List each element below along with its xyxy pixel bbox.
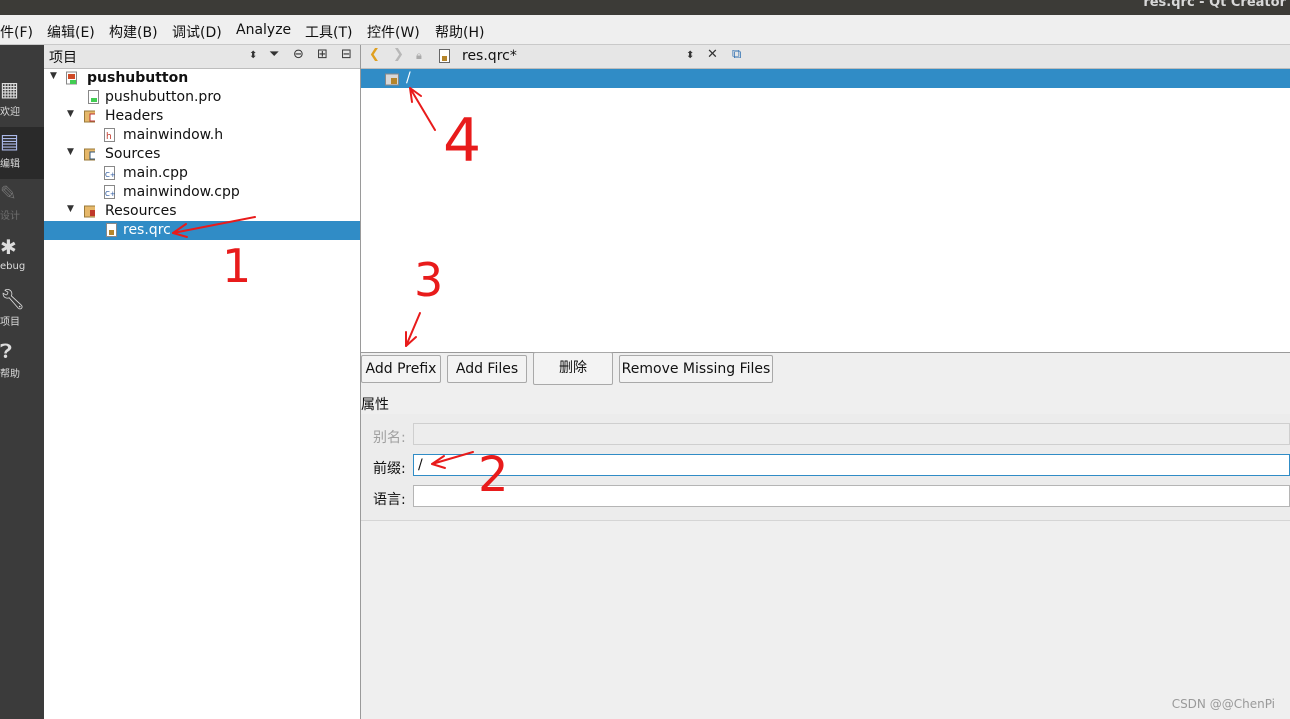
menu-help[interactable]: 帮助(H)	[435, 22, 484, 42]
folder-headers-icon	[84, 110, 95, 123]
tree-item-mainwindow-cpp[interactable]: C+ mainwindow.cpp	[44, 183, 360, 202]
mode-label: 项目	[0, 317, 20, 328]
help-icon: ❓︎	[0, 339, 13, 363]
menu-analyze[interactable]: Analyze	[236, 22, 291, 38]
svg-text:C+: C+	[105, 171, 115, 179]
tree-item-pro-file[interactable]: pushubutton.pro	[44, 88, 360, 107]
window-titlebar: res.qrc - Qt Creator	[0, 0, 1290, 15]
tree-item-sources[interactable]: ▼ Sources	[44, 145, 360, 164]
tree-item-label: main.cpp	[123, 165, 188, 181]
language-label: 语言:	[373, 492, 406, 508]
cpp-file-icon: C+	[104, 185, 115, 199]
alias-label: 别名:	[373, 430, 406, 446]
lock-icon: 🔒︎	[416, 49, 422, 62]
mode-bar: ▦ 欢迎 ▤ 编辑 ✎ 设计 ✱ ebug 🔧︎ 项目 ❓︎ 帮助	[0, 45, 44, 719]
folder-resources-icon	[84, 205, 95, 218]
mode-welcome[interactable]: ▦ 欢迎	[0, 75, 44, 127]
window-title: res.qrc - Qt Creator	[1143, 0, 1286, 10]
tree-item-main-cpp[interactable]: C+ main.cpp	[44, 164, 360, 183]
close-panel-icon[interactable]: ⊟	[341, 47, 352, 62]
filter-icon[interactable]: ⏷	[269, 47, 279, 62]
tree-item-label: res.qrc	[123, 222, 171, 238]
mode-debug[interactable]: ✱ ebug	[0, 233, 44, 285]
menu-build[interactable]: 构建(B)	[109, 22, 158, 42]
tree-item-label: mainwindow.h	[123, 127, 224, 143]
split-editor-icon[interactable]: ⧉	[732, 47, 741, 62]
mode-help[interactable]: ❓︎ 帮助	[0, 337, 44, 389]
expand-arrow-icon[interactable]: ▼	[50, 71, 57, 81]
prefix-label-text: 前缀:	[373, 461, 406, 477]
menu-file[interactable]: 件(F)	[0, 22, 33, 42]
edit-icon: ▤	[0, 129, 19, 153]
header-file-icon: h	[104, 128, 115, 142]
updown-icon[interactable]: ⬍	[686, 50, 694, 61]
resource-tree: /	[361, 69, 1290, 353]
add-files-button[interactable]: Add Files	[447, 355, 527, 383]
properties-panel: 别名: 前缀: 语言:	[361, 414, 1290, 521]
expand-arrow-icon[interactable]: ▼	[67, 109, 74, 119]
pencil-icon: ✎	[0, 181, 17, 205]
tree-item-label: mainwindow.cpp	[123, 184, 240, 200]
menu-debug[interactable]: 调试(D)	[172, 22, 222, 42]
menu-edit[interactable]: 编辑(E)	[47, 22, 95, 42]
pro-file-icon	[88, 90, 99, 104]
svg-text:h: h	[106, 132, 112, 142]
remove-missing-files-button[interactable]: Remove Missing Files	[619, 355, 773, 383]
expand-arrow-icon[interactable]: ▼	[67, 204, 74, 214]
properties-title: 属性	[361, 397, 389, 413]
tree-item-headers[interactable]: ▼ Headers	[44, 107, 360, 126]
mode-edit[interactable]: ▤ 编辑	[0, 127, 44, 179]
tree-item-res-qrc[interactable]: res.qrc	[44, 221, 360, 240]
delete-button[interactable]: 删除	[533, 352, 613, 385]
add-prefix-button[interactable]: Add Prefix	[361, 355, 441, 383]
tree-item-resources[interactable]: ▼ Resources	[44, 202, 360, 221]
editor-toolbar: ❮ ❯ 🔒︎ res.qrc* ⬍ ✕ ⧉	[361, 45, 1290, 69]
prefix-field[interactable]	[413, 454, 1290, 476]
split-icon[interactable]: ⊞	[317, 47, 328, 62]
resource-editor: ❮ ❯ 🔒︎ res.qrc* ⬍ ✕ ⧉ / Add Prefix Add F…	[361, 45, 1290, 719]
back-arrow-icon[interactable]: ❮	[369, 47, 380, 62]
svg-text:C+: C+	[105, 190, 115, 198]
tree-item-label: pushubutton	[87, 70, 189, 86]
qt-project-icon	[66, 71, 77, 85]
project-panel-toolbar: 项目 ⬍ ⏷ ⊖ ⊞ ⊟	[44, 45, 360, 69]
mode-design[interactable]: ✎ 设计	[0, 179, 44, 231]
prefix-folder-icon	[385, 73, 399, 86]
document-selector[interactable]: res.qrc*	[462, 48, 517, 64]
project-panel: 项目 ⬍ ⏷ ⊖ ⊞ ⊟ ▼ pushubutton pushubutton.p…	[44, 45, 361, 719]
qrc-file-icon	[106, 223, 117, 237]
mode-label: 编辑	[0, 159, 20, 170]
tree-item-mainwindow-h[interactable]: h mainwindow.h	[44, 126, 360, 145]
bug-icon: ✱	[0, 235, 17, 259]
menu-bar: 件(F) 编辑(E) 构建(B) 调试(D) Analyze 工具(T) 控件(…	[0, 15, 1290, 45]
alias-field[interactable]	[413, 423, 1290, 445]
prefix-label: /	[406, 70, 411, 86]
resource-prefix-row[interactable]: /	[361, 69, 1290, 88]
tree-item-label: Resources	[105, 203, 177, 219]
forward-arrow-icon[interactable]: ❯	[393, 47, 404, 62]
document-icon	[439, 49, 450, 63]
mode-label: 欢迎	[0, 107, 20, 118]
watermark: CSDN @@ChenPi	[1171, 697, 1275, 711]
panel-title: 项目	[49, 50, 77, 66]
close-document-icon[interactable]: ✕	[707, 47, 718, 62]
updown-icon[interactable]: ⬍	[249, 50, 257, 61]
tree-item-label: pushubutton.pro	[105, 89, 222, 105]
grid-icon: ▦	[0, 77, 19, 101]
tree-item-label: Headers	[105, 108, 164, 124]
menu-tools[interactable]: 工具(T)	[305, 22, 352, 42]
wrench-icon: 🔧︎	[0, 287, 26, 311]
language-field[interactable]	[413, 485, 1290, 507]
expand-arrow-icon[interactable]: ▼	[67, 147, 74, 157]
tree-item-project[interactable]: ▼ pushubutton	[44, 69, 360, 88]
cpp-file-icon: C+	[104, 166, 115, 180]
folder-sources-icon	[84, 148, 95, 161]
mode-label: 帮助	[0, 369, 20, 380]
tree-item-label: Sources	[105, 146, 161, 162]
link-icon[interactable]: ⊖	[293, 47, 304, 62]
mode-label: 设计	[0, 211, 20, 222]
mode-label: ebug	[0, 261, 26, 272]
menu-controls[interactable]: 控件(W)	[367, 22, 420, 42]
mode-projects[interactable]: 🔧︎ 项目	[0, 285, 44, 337]
